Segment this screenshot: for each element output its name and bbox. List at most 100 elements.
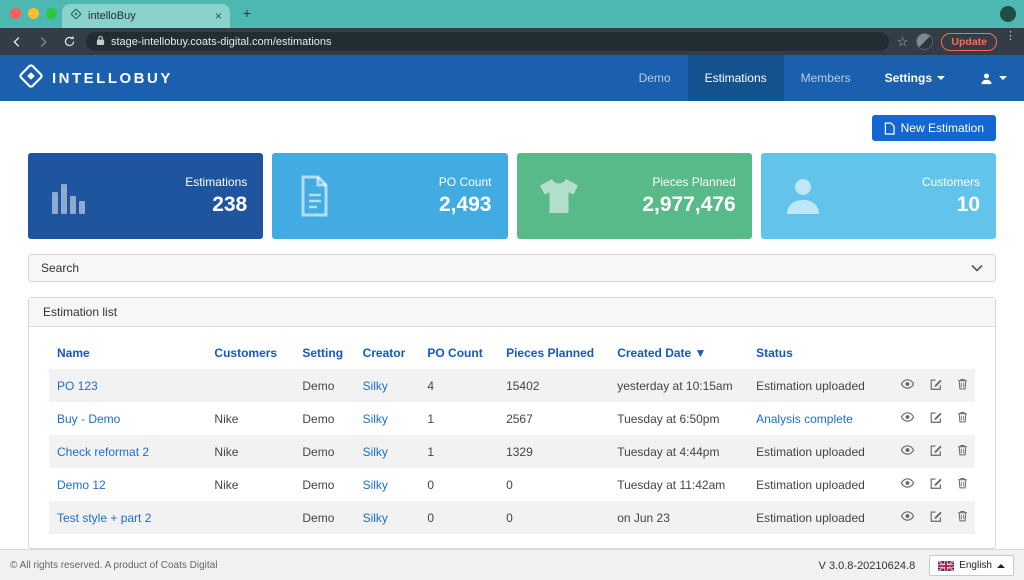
nav-item-label: Demo [639,71,671,85]
estimation-table-body: PO 123 Demo Silky 4 15402 yesterday at 1… [49,369,975,534]
column-header-creator[interactable]: Creator [355,337,420,369]
update-button[interactable]: Update [941,33,997,51]
delete-icon[interactable] [956,476,969,493]
edit-icon[interactable] [929,377,943,394]
column-header-status[interactable]: Status [748,337,882,369]
cell-po-count: 0 [419,501,498,534]
stat-value: 2,977,476 [642,193,735,217]
view-icon[interactable] [900,476,915,493]
nav-item-estimations[interactable]: Estimations [688,55,784,101]
creator-link[interactable]: Silky [363,445,388,459]
document-icon [884,122,895,135]
table-row: Buy - Demo Nike Demo Silky 1 2567 Tuesda… [49,402,975,435]
nav-item-label: Estimations [705,71,767,85]
forward-icon[interactable] [34,33,52,51]
estimation-name-link[interactable]: Test style + part 2 [57,511,151,525]
cell-customers: Nike [206,468,294,501]
person-icon [779,172,827,220]
maximize-window-icon[interactable] [46,8,57,19]
browser-menu-icon[interactable]: ⋮ [1005,31,1016,53]
lock-icon [96,33,105,51]
new-estimation-button[interactable]: New Estimation [872,115,996,141]
url-field[interactable]: stage-intellobuy.coats-digital.com/estim… [86,32,889,51]
footer: © All rights reserved. A product of Coat… [0,549,1024,580]
column-header-name[interactable]: Name [49,337,206,369]
column-header-pieces-planned[interactable]: Pieces Planned [498,337,609,369]
stat-label: Pieces Planned [642,175,735,189]
stat-label: Customers [922,175,980,189]
estimation-name-link[interactable]: PO 123 [57,379,98,393]
minimize-window-icon[interactable] [28,8,39,19]
nav-item-demo[interactable]: Demo [622,55,688,101]
cell-customers [206,501,294,534]
browser-profile-icon[interactable] [1000,6,1016,22]
creator-link[interactable]: Silky [363,478,388,492]
language-selector[interactable]: English [929,555,1014,576]
column-header-actions [882,337,975,369]
view-icon[interactable] [900,410,915,427]
estimation-name-link[interactable]: Check reformat 2 [57,445,149,459]
update-button-label: Update [951,36,987,48]
edit-icon[interactable] [929,410,943,427]
new-tab-button[interactable]: + [238,5,256,23]
browser-avatar[interactable] [916,33,933,50]
table-row: Demo 12 Nike Demo Silky 0 0 Tuesday at 1… [49,468,975,501]
view-icon[interactable] [900,377,915,394]
nav-item-label: Members [801,71,851,85]
delete-icon[interactable] [956,410,969,427]
window-controls[interactable] [10,8,57,19]
status-text: Estimation uploaded [748,468,882,501]
stat-card-pieces-planned: Pieces Planned 2,977,476 [517,153,752,239]
search-label: Search [41,261,79,275]
user-menu[interactable] [962,55,1024,101]
nav-menu: Demo Estimations Members Settings [622,55,1024,101]
edit-icon[interactable] [929,443,943,460]
reload-icon[interactable] [60,33,78,51]
creator-link[interactable]: Silky [363,412,388,426]
stat-label: PO Count [439,175,492,189]
tab-title: intelloBuy [88,10,209,22]
cell-pieces-planned: 15402 [498,369,609,402]
estimation-name-link[interactable]: Buy - Demo [57,412,120,426]
column-header-customers[interactable]: Customers [206,337,294,369]
creator-link[interactable]: Silky [363,379,388,393]
search-collapse-panel[interactable]: Search [28,254,996,282]
column-header-created-date[interactable]: Created Date ▼ [609,337,748,369]
browser-tab[interactable]: intelloBuy × [62,4,230,28]
stat-cards: Estimations 238 PO Count 2,493 Pieces Pl… [0,141,1024,239]
view-icon[interactable] [900,443,915,460]
view-icon[interactable] [900,509,915,526]
cell-pieces-planned: 1329 [498,435,609,468]
cell-created-date: Tuesday at 11:42am [609,468,748,501]
edit-icon[interactable] [929,509,943,526]
cell-customers: Nike [206,435,294,468]
creator-link[interactable]: Silky [363,511,388,525]
nav-item-settings[interactable]: Settings [868,55,962,101]
stat-card-customers: Customers 10 [761,153,996,239]
column-header-setting[interactable]: Setting [294,337,354,369]
tab-close-icon[interactable]: × [215,9,222,23]
table-row: Test style + part 2 Demo Silky 0 0 on Ju… [49,501,975,534]
bookmark-star-icon[interactable]: ☆ [897,34,909,50]
status-text: Estimation uploaded [748,369,882,402]
document-icon [290,172,338,220]
chevron-down-icon [937,76,945,80]
delete-icon[interactable] [956,509,969,526]
delete-icon[interactable] [956,443,969,460]
stat-card-estimations: Estimations 238 [28,153,263,239]
cell-customers [206,369,294,402]
delete-icon[interactable] [956,377,969,394]
estimation-name-link[interactable]: Demo 12 [57,478,106,492]
estimation-list-panel: Estimation list Name Customers Setting C… [28,297,996,549]
edit-icon[interactable] [929,476,943,493]
brand-logo[interactable]: INTELLOBUY [18,63,173,94]
cell-po-count: 1 [419,402,498,435]
back-icon[interactable] [8,33,26,51]
tshirt-icon [535,172,583,220]
close-window-icon[interactable] [10,8,21,19]
stat-value: 238 [185,193,247,217]
cell-po-count: 0 [419,468,498,501]
column-header-po-count[interactable]: PO Count [419,337,498,369]
nav-item-members[interactable]: Members [784,55,868,101]
cell-created-date: on Jun 23 [609,501,748,534]
